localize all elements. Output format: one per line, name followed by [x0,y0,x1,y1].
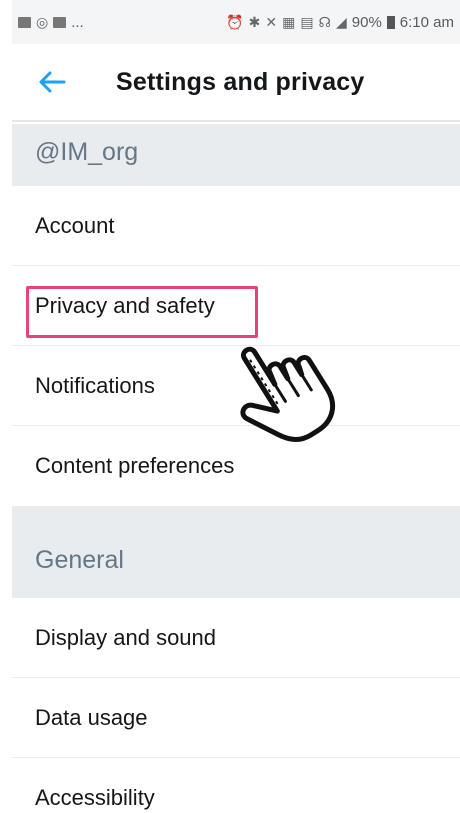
wifi-icon: ☊ [318,14,331,30]
list-item-display-and-sound[interactable]: Display and sound [12,598,460,678]
whatsapp-icon: ◎ [36,14,49,30]
battery-icon [386,15,395,29]
page-title: Settings and privacy [116,68,365,96]
list-item-notifications[interactable]: Notifications [12,346,460,426]
list-item-content-preferences[interactable]: Content preferences [12,426,460,506]
section-header-account: @IM_org [12,124,460,186]
section-header-general: General [12,506,460,598]
list-item-accessibility[interactable]: Accessibility [12,758,460,813]
signal-icon: ◢ [335,14,347,30]
phone-screen: ◎ ... ⏰ ✱ ✕ ▦ ▤ ☊ ◢ 90% 6:10 am Settings… [12,0,460,813]
mute-icon: ✕ [265,14,278,30]
arrow-left-icon [39,71,66,93]
status-bar-right: ⏰ ✱ ✕ ▦ ▤ ☊ ◢ 90% 6:10 am [226,14,454,31]
status-time: 6:10 am [399,13,454,31]
back-button[interactable] [34,64,70,100]
list-item-data-usage[interactable]: Data usage [12,678,460,758]
bluetooth-icon: ✱ [248,14,261,30]
status-bar-left: ◎ ... [18,14,84,31]
battery-percent: 90% [351,13,382,31]
status-bar: ◎ ... ⏰ ✱ ✕ ▦ ▤ ☊ ◢ 90% 6:10 am [12,0,460,44]
list-item-privacy-and-safety[interactable]: Privacy and safety [12,266,460,346]
image-icon [18,16,31,28]
status-ellipsis: ... [71,13,84,31]
list-item-account[interactable]: Account [12,186,460,266]
app-bar: Settings and privacy [12,44,460,122]
mail-icon [53,16,67,28]
data-icon: ▦ [282,14,296,30]
network-icon: ▤ [300,14,314,30]
alarm-icon: ⏰ [226,14,244,30]
